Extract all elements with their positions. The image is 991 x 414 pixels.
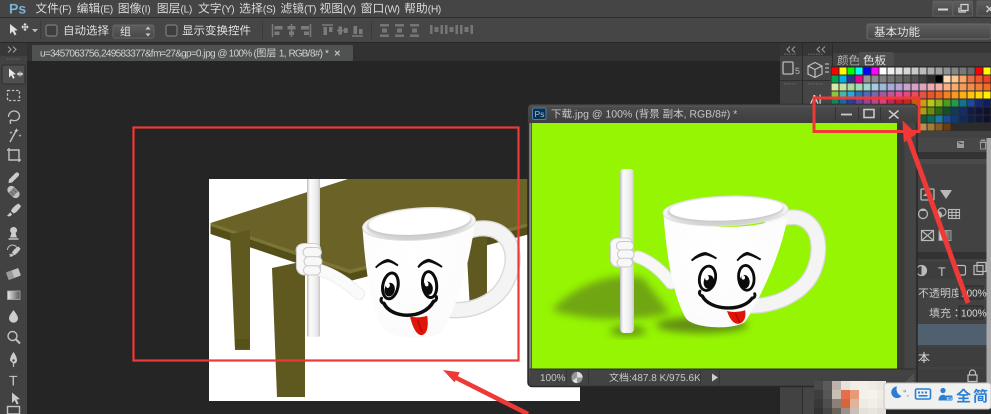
svg-text:En: En bbox=[947, 396, 953, 401]
